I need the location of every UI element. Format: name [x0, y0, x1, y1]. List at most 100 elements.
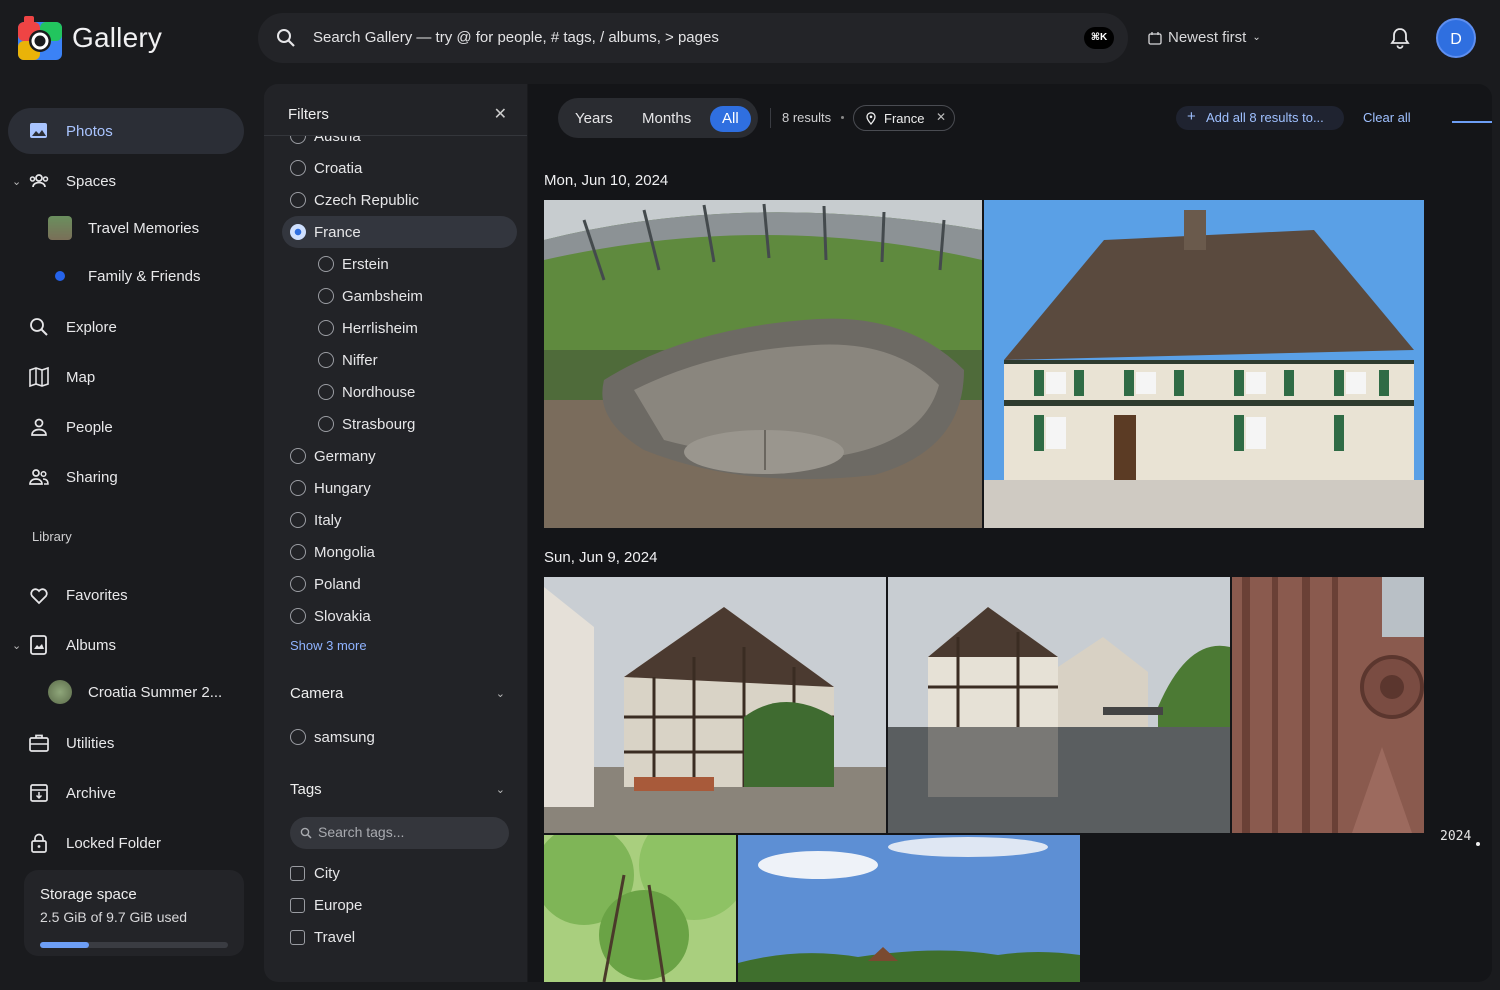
tag-option-city[interactable]: City [290, 861, 340, 885]
radio-button[interactable] [290, 448, 306, 464]
sidebar-item-locked-folder[interactable]: Locked Folder [8, 820, 244, 866]
country-option-croatia[interactable]: Croatia [290, 156, 362, 180]
archive-icon [30, 784, 48, 802]
option-label: France [314, 223, 361, 241]
album-label: Croatia Summer 2... [88, 683, 223, 701]
space-item-travel-memories[interactable]: Travel Memories [40, 208, 250, 248]
radio-button[interactable] [290, 160, 306, 176]
camera-option-samsung[interactable]: samsung [290, 725, 375, 749]
photo-village-sky [738, 835, 1080, 982]
radio-button[interactable] [290, 576, 306, 592]
tags-search-input[interactable]: Search tags... [290, 817, 509, 849]
user-avatar[interactable]: D [1436, 18, 1476, 58]
country-option-italy[interactable]: Italy [290, 508, 342, 532]
radio-button[interactable] [318, 416, 334, 432]
photo-tile[interactable] [888, 577, 1230, 833]
close-icon[interactable]: ✕ [494, 104, 507, 124]
notifications-bell-icon[interactable] [1388, 26, 1412, 50]
sidebar-item-explore[interactable]: Explore [8, 304, 244, 350]
sidebar-item-people[interactable]: People [8, 404, 244, 450]
map-icon [29, 366, 49, 388]
year-scrubber-label[interactable]: 2024 [1440, 829, 1471, 844]
radio-button[interactable] [318, 320, 334, 336]
sidebar-item-archive[interactable]: Archive [8, 770, 244, 816]
segment-years[interactable]: Years [563, 106, 625, 132]
sidebar-item-map[interactable]: Map [8, 354, 244, 400]
search-bar[interactable]: Search Gallery — try @ for people, # tag… [258, 13, 1128, 63]
radio-button-selected[interactable] [290, 224, 306, 240]
search-input[interactable]: Search Gallery — try @ for people, # tag… [313, 29, 719, 46]
radio-button[interactable] [318, 256, 334, 272]
country-option-france[interactable]: France [290, 220, 361, 244]
option-label: Niffer [342, 351, 378, 369]
sidebar-item-photos[interactable]: Photos [8, 108, 244, 154]
city-option-strasbourg[interactable]: Strasbourg [318, 412, 415, 436]
location-pin-icon [866, 112, 876, 125]
close-icon[interactable]: ✕ [936, 110, 946, 124]
radio-button[interactable] [290, 729, 306, 745]
storage-title: Storage space [40, 886, 137, 903]
radio-button[interactable] [290, 608, 306, 624]
chevron-down-icon[interactable]: ⌄ [496, 687, 505, 700]
clear-all-button[interactable]: Clear all [1363, 110, 1411, 125]
country-option-hungary[interactable]: Hungary [290, 476, 371, 500]
segment-all[interactable]: All [710, 106, 751, 132]
add-all-results-button[interactable]: + Add all 8 results to... [1176, 106, 1344, 130]
chevron-down-icon[interactable]: ⌄ [496, 783, 505, 796]
checkbox[interactable] [290, 865, 305, 881]
country-option-czech-republic[interactable]: Czech Republic [290, 188, 419, 212]
photo-tile[interactable] [544, 835, 736, 982]
sidebar-item-albums[interactable]: ⌄ Albums [8, 622, 244, 668]
top-bar: Gallery Search Gallery — try @ for peopl… [0, 0, 1500, 80]
photo-tile[interactable] [544, 200, 982, 528]
city-option-niffer[interactable]: Niffer [318, 348, 378, 372]
filter-chip-france[interactable]: France ✕ [853, 105, 955, 131]
city-option-erstein[interactable]: Erstein [318, 252, 389, 276]
radio-button[interactable] [318, 384, 334, 400]
country-option-mongolia[interactable]: Mongolia [290, 540, 375, 564]
album-item-croatia-summer[interactable]: Croatia Summer 2... [40, 672, 250, 712]
storage-card[interactable]: Storage space 2.5 GiB of 9.7 GiB used [24, 870, 244, 956]
city-option-gambsheim[interactable]: Gambsheim [318, 284, 423, 308]
radio-button[interactable] [290, 544, 306, 560]
camera-group-title[interactable]: Camera [290, 685, 343, 702]
option-label: City [314, 864, 340, 882]
storage-used: 2.5 GiB of 9.7 GiB used [40, 909, 188, 925]
sidebar-item-sharing[interactable]: Sharing [8, 454, 244, 500]
sidebar-item-label: Archive [66, 784, 117, 802]
search-icon [277, 29, 295, 47]
city-option-nordhouse[interactable]: Nordhouse [318, 380, 415, 404]
tags-search-placeholder: Search tags... [318, 824, 405, 840]
person-icon [31, 418, 47, 436]
checkbox[interactable] [290, 897, 305, 913]
photo-tile[interactable] [1232, 577, 1424, 833]
country-option-poland[interactable]: Poland [290, 572, 361, 596]
show-more-link[interactable]: Show 3 more [290, 638, 367, 653]
sidebar-item-utilities[interactable]: Utilities [8, 720, 244, 766]
tag-option-travel[interactable]: Travel [290, 925, 355, 949]
city-option-herrlisheim[interactable]: Herrlisheim [318, 316, 418, 340]
sidebar-item-spaces[interactable]: ⌄ Spaces [8, 158, 244, 204]
option-label: Herrlisheim [342, 319, 418, 337]
checkbox[interactable] [290, 929, 305, 945]
radio-button[interactable] [318, 288, 334, 304]
sort-dropdown[interactable]: Newest first ⌄ [1148, 29, 1261, 46]
sidebar-item-favorites[interactable]: Favorites [8, 572, 244, 618]
option-label: Croatia [314, 159, 363, 177]
tag-option-europe[interactable]: Europe [290, 893, 362, 917]
logo-text: Gallery [72, 22, 163, 53]
country-option-slovakia[interactable]: Slovakia [290, 604, 371, 628]
toolbox-icon [29, 734, 49, 752]
photo-tile[interactable] [984, 200, 1424, 528]
segment-months[interactable]: Months [630, 106, 703, 132]
radio-button[interactable] [318, 352, 334, 368]
radio-button[interactable] [290, 480, 306, 496]
tags-group-title[interactable]: Tags [290, 781, 322, 798]
photo-tile[interactable] [544, 577, 886, 833]
photo-tile[interactable] [738, 835, 1080, 982]
radio-button[interactable] [290, 512, 306, 528]
country-option-germany[interactable]: Germany [290, 444, 376, 468]
space-item-family-friends[interactable]: Family & Friends [40, 256, 250, 296]
logo[interactable]: Gallery [16, 14, 162, 62]
radio-button[interactable] [290, 192, 306, 208]
